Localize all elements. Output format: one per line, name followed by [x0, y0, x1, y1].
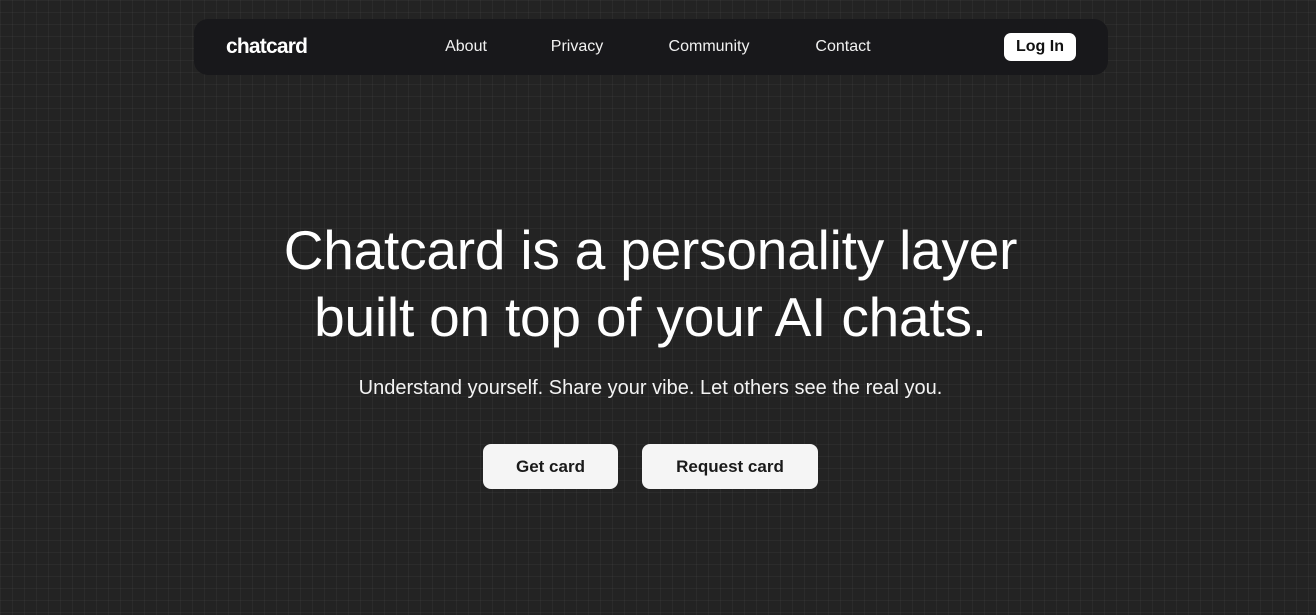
hero-headline-line-2: built on top of your AI chats. — [314, 286, 987, 348]
request-card-button[interactable]: Request card — [642, 444, 818, 489]
nav-link-contact[interactable]: Contact — [815, 38, 870, 56]
nav-link-community[interactable]: Community — [669, 38, 750, 56]
hero-headline-line-1: Chatcard is a personality layer — [283, 219, 1018, 281]
nav-links: About Privacy Community Contact — [194, 19, 1108, 75]
hero-subtitle: Understand yourself. Share your vibe. Le… — [358, 377, 943, 399]
login-button[interactable]: Log In — [1004, 33, 1076, 61]
top-navbar: chatcard About Privacy Community Contact… — [194, 19, 1108, 75]
nav-link-about[interactable]: About — [445, 38, 487, 56]
get-card-button[interactable]: Get card — [483, 444, 618, 489]
hero-headline: Chatcard is a personality layer built on… — [0, 217, 1301, 351]
nav-link-privacy[interactable]: Privacy — [551, 38, 603, 56]
